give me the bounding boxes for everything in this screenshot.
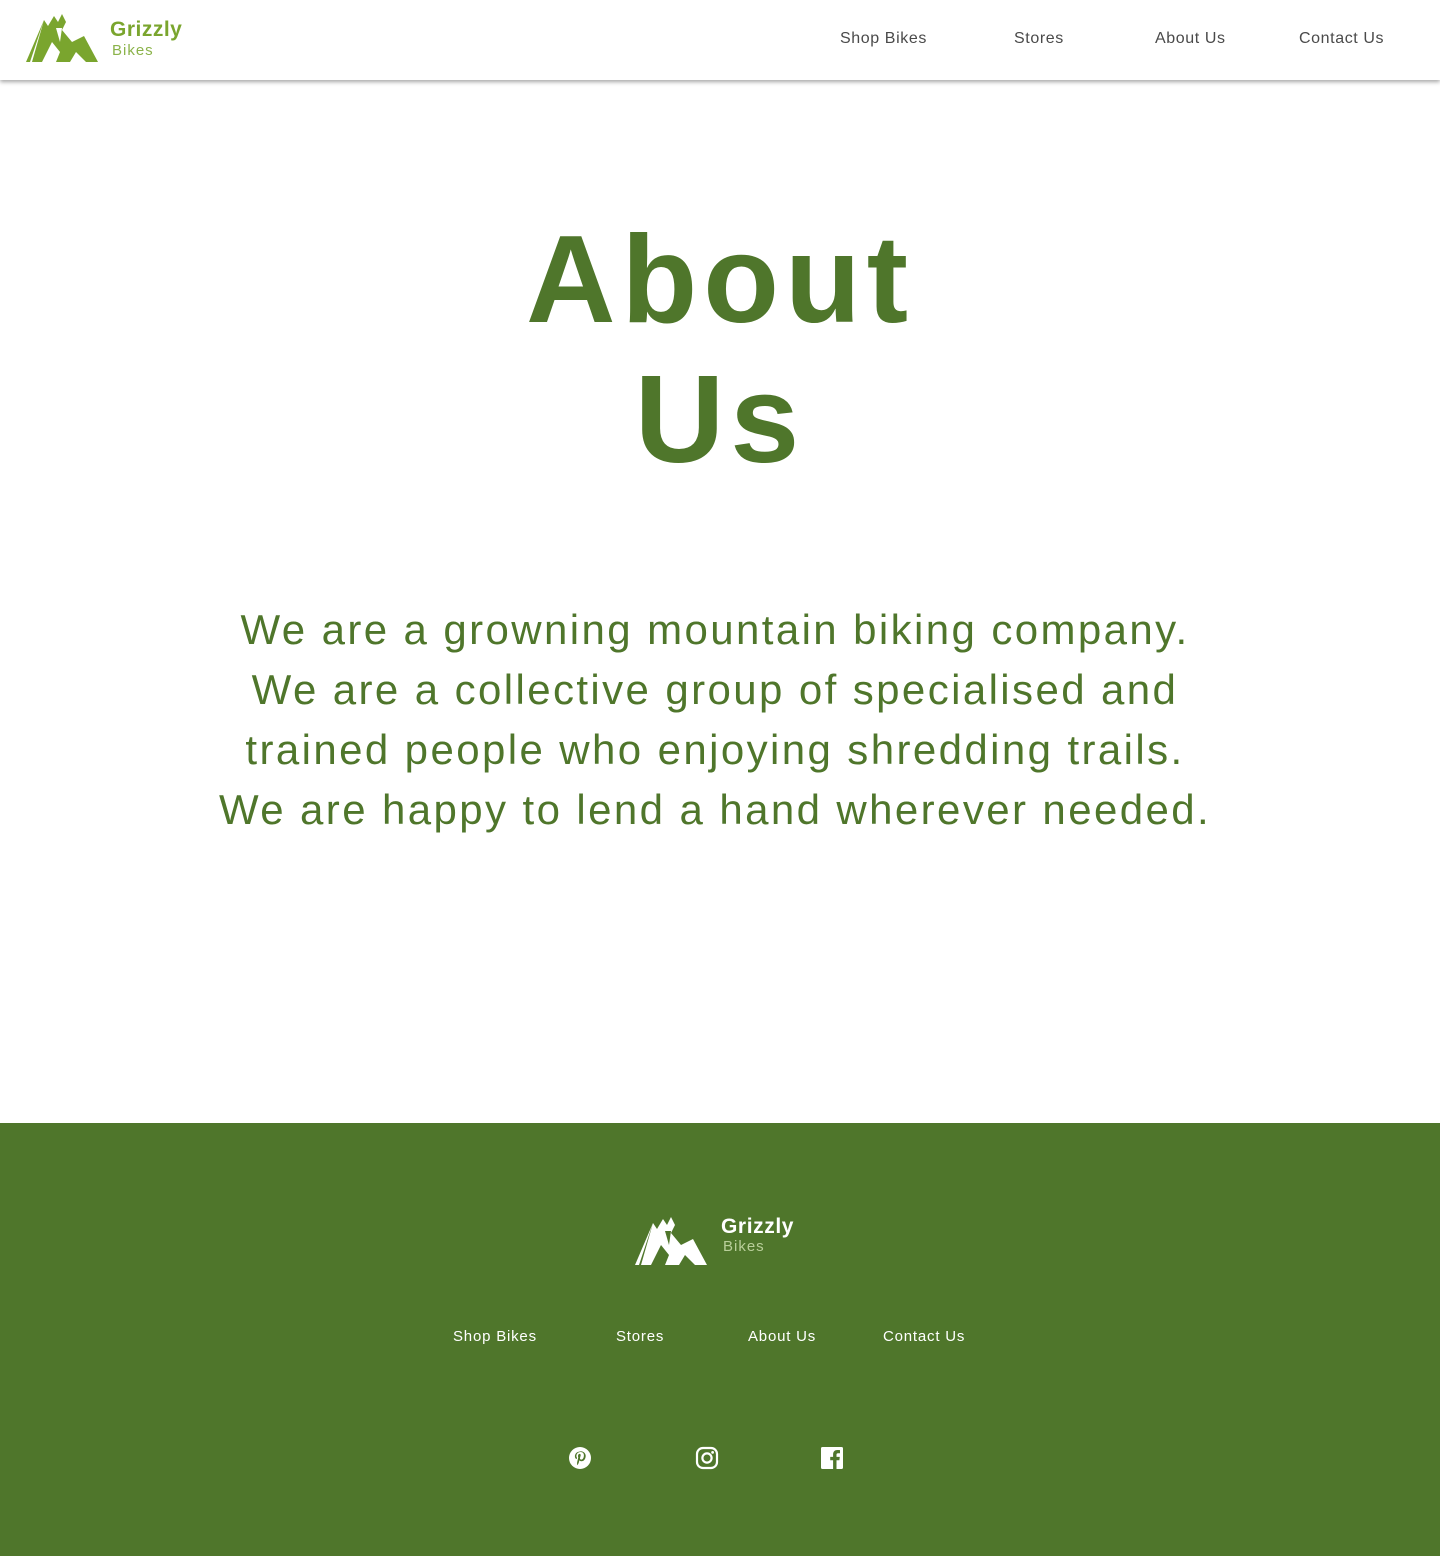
grizzly-logo-icon	[635, 1217, 707, 1265]
footer-nav-about-us[interactable]: About Us	[748, 1328, 816, 1345]
footer-brand-tagline: Bikes	[723, 1238, 765, 1255]
footer-brand-name: Grizzly	[721, 1215, 795, 1238]
footer-logo[interactable]: Grizzly Bikes	[634, 1215, 804, 1267]
page-title: About Us	[420, 210, 1020, 490]
facebook-icon[interactable]	[820, 1446, 844, 1470]
pinterest-icon[interactable]	[568, 1446, 592, 1470]
instagram-icon[interactable]	[695, 1446, 719, 1470]
about-description: We are a growning mountain biking compan…	[218, 606, 1212, 833]
page-title-line-1: About	[525, 211, 915, 349]
footer-nav-stores[interactable]: Stores	[616, 1328, 664, 1345]
brand-name: Grizzly	[110, 18, 183, 41]
grizzly-logo-icon	[26, 14, 98, 62]
header-logo[interactable]: Grizzly Bikes	[26, 12, 196, 64]
page-title-line-2: Us	[634, 351, 806, 489]
footer-nav-contact-us[interactable]: Contact Us	[883, 1328, 965, 1345]
footer-nav-shop-bikes[interactable]: Shop Bikes	[453, 1328, 537, 1345]
brand-tagline: Bikes	[112, 42, 154, 59]
nav-shop-bikes[interactable]: Shop Bikes	[840, 30, 927, 48]
nav-contact-us[interactable]: Contact Us	[1299, 30, 1384, 48]
nav-about-us[interactable]: About Us	[1155, 30, 1226, 48]
nav-stores[interactable]: Stores	[1014, 30, 1064, 48]
site-footer: Grizzly Bikes Shop Bikes Stores About Us…	[0, 1123, 1440, 1556]
site-header: Grizzly Bikes Shop Bikes Stores About Us…	[0, 0, 1440, 80]
